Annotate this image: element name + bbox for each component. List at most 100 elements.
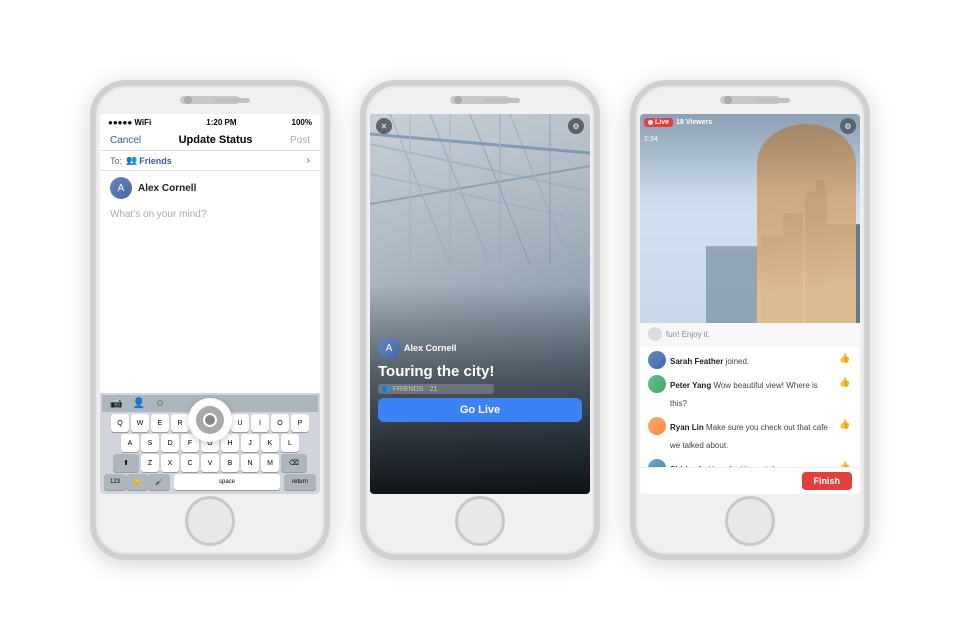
key-x[interactable]: X <box>161 454 179 472</box>
key-j[interactable]: J <box>241 434 259 452</box>
cancel-button[interactable]: Cancel <box>110 135 141 146</box>
camera-icon[interactable]: 📷 <box>110 398 122 409</box>
user-name-1: Alex Cornell <box>138 183 196 194</box>
chevron-right-icon: › <box>307 155 310 166</box>
timer-text: 2:34 <box>644 136 658 143</box>
key-a[interactable]: A <box>121 434 139 452</box>
comment-text-0: joined. <box>726 357 750 366</box>
key-e[interactable]: E <box>151 414 169 432</box>
timer: 2:34 <box>644 128 658 146</box>
broadcaster-name: Alex Cornell <box>404 343 457 353</box>
key-z[interactable]: Z <box>141 454 159 472</box>
status-bar-1: ●●●●● WiFi 1:20 PM 100% <box>100 114 320 130</box>
comment-like-2[interactable]: 👍 <box>838 417 852 431</box>
live-button-circle[interactable] <box>188 398 232 442</box>
key-r[interactable]: R <box>171 414 189 432</box>
comment-avatar-0 <box>648 351 666 369</box>
top-bar-2: ✕ ⚙ <box>376 118 584 134</box>
friends-selector[interactable]: 👥 Friends <box>126 155 172 166</box>
comment-name-2: Ryan Lin <box>670 423 706 432</box>
key-mic[interactable]: 🎤 <box>148 474 170 490</box>
smiley-icon[interactable]: ☺ <box>155 398 165 409</box>
key-q[interactable]: Q <box>111 414 129 432</box>
comments-section: fun! Enjoy it. Sarah Feather joined. 👍 P… <box>640 323 860 494</box>
comment-item-3: Shirley Ip Have fun! Love it there. 👍 <box>640 456 860 467</box>
key-p[interactable]: P <box>291 414 309 432</box>
key-emoji[interactable]: 😊 <box>126 474 148 490</box>
status-prompt[interactable]: What's on your mind? <box>100 205 320 393</box>
friends-badge: 👥 FRIENDS · 21 <box>378 384 494 394</box>
comment-avatar-2 <box>648 417 666 435</box>
phone-1: ●●●●● WiFi 1:20 PM 100% Cancel Update St… <box>90 80 330 560</box>
settings-button-3[interactable]: ⚙ <box>840 118 856 134</box>
comment-item-1: Peter Yang Wow beautiful view! Where is … <box>640 372 860 414</box>
key-v[interactable]: V <box>201 454 219 472</box>
key-o[interactable]: O <box>271 414 289 432</box>
phone-3: Live 18 Viewers 2:34 ⚙ fun! Enjoy it. Sa… <box>630 80 870 560</box>
comment-name-1: Peter Yang <box>670 381 713 390</box>
finish-button[interactable]: Finish <box>802 472 853 490</box>
key-n[interactable]: N <box>241 454 259 472</box>
time-1: 1:20 PM <box>206 118 236 127</box>
comment-body-2: Ryan Lin Make sure you check out that ca… <box>670 417 834 453</box>
key-return[interactable]: return <box>284 474 316 490</box>
key-i[interactable]: I <box>251 414 269 432</box>
key-b[interactable]: B <box>221 454 239 472</box>
comment-list: Sarah Feather joined. 👍 Peter Yang Wow b… <box>640 346 860 467</box>
key-d[interactable]: D <box>161 434 179 452</box>
viewers-count: 18 Viewers <box>676 119 712 126</box>
key-m[interactable]: M <box>261 454 279 472</box>
to-row: To: 👥 Friends › <box>100 151 320 171</box>
key-k[interactable]: K <box>261 434 279 452</box>
promo-text: fun! Enjoy it. <box>666 330 710 339</box>
key-shift[interactable]: ⬆ <box>113 454 139 472</box>
finish-bar: Finish <box>640 467 860 494</box>
key-u[interactable]: U <box>231 414 249 432</box>
to-label: To: <box>110 156 122 166</box>
key-w[interactable]: W <box>131 414 149 432</box>
promo-bar: fun! Enjoy it. <box>640 323 860 346</box>
friends-label: Friends <box>139 156 172 166</box>
person-icon[interactable]: 👤 <box>132 398 144 409</box>
page-title-1: Update Status <box>179 134 253 146</box>
comment-name-0: Sarah Feather <box>670 357 726 366</box>
comment-like-1[interactable]: 👍 <box>838 375 852 389</box>
comment-like-3[interactable]: 👍 <box>838 459 852 467</box>
comment-body-1: Peter Yang Wow beautiful view! Where is … <box>670 375 834 411</box>
key-c[interactable]: C <box>181 454 199 472</box>
key-s[interactable]: S <box>141 434 159 452</box>
comment-body-3: Shirley Ip Have fun! Love it there. <box>670 459 834 467</box>
key-l[interactable]: L <box>281 434 299 452</box>
settings-button-2[interactable]: ⚙ <box>568 118 584 134</box>
user-row-1: A Alex Cornell <box>100 171 320 205</box>
keyboard-1: 📷 👤 ☺ Q W E R T Y U I O P <box>100 393 320 494</box>
close-button[interactable]: ✕ <box>376 118 392 134</box>
broadcast-info: A Alex Cornell Touring the city! 👥 FRIEN… <box>378 337 494 394</box>
go-live-button[interactable]: Go Live <box>378 398 582 422</box>
keyboard-row-3: ⬆ Z X C V B N M ⌫ <box>102 454 318 472</box>
broadcast-title: Touring the city! <box>378 363 494 380</box>
key-backspace[interactable]: ⌫ <box>281 454 307 472</box>
video-overlay-3 <box>640 114 860 323</box>
promo-avatar <box>648 327 662 341</box>
phone-2: ✕ ⚙ A Alex Cornell Touring the city! 👥 F… <box>360 80 600 560</box>
battery-1: 100% <box>292 118 312 127</box>
friends-icon-badge: 👥 <box>382 385 391 393</box>
friends-count: FRIENDS · 21 <box>393 386 438 393</box>
live-video: Live 18 Viewers 2:34 ⚙ <box>640 114 860 323</box>
key-space[interactable]: space <box>174 474 280 490</box>
avatar-1: A <box>110 177 132 199</box>
comment-item-2: Ryan Lin Make sure you check out that ca… <box>640 414 860 456</box>
broadcaster-row: A Alex Cornell <box>378 337 494 359</box>
live-icon <box>196 406 224 434</box>
signal-icons: ●●●●● WiFi <box>108 118 151 127</box>
comment-item-0: Sarah Feather joined. 👍 <box>640 348 860 372</box>
comment-like-0[interactable]: 👍 <box>838 351 852 365</box>
live-text: Live <box>655 119 669 126</box>
keyboard-toolbar-1: 📷 👤 ☺ <box>102 395 318 412</box>
post-button[interactable]: Post <box>290 135 310 146</box>
comment-body-0: Sarah Feather joined. <box>670 351 834 369</box>
live-label-badge: Live <box>644 118 673 127</box>
keyboard-bottom-row: 123 😊 🎤 space return <box>102 474 318 490</box>
key-123[interactable]: 123 <box>104 474 126 490</box>
